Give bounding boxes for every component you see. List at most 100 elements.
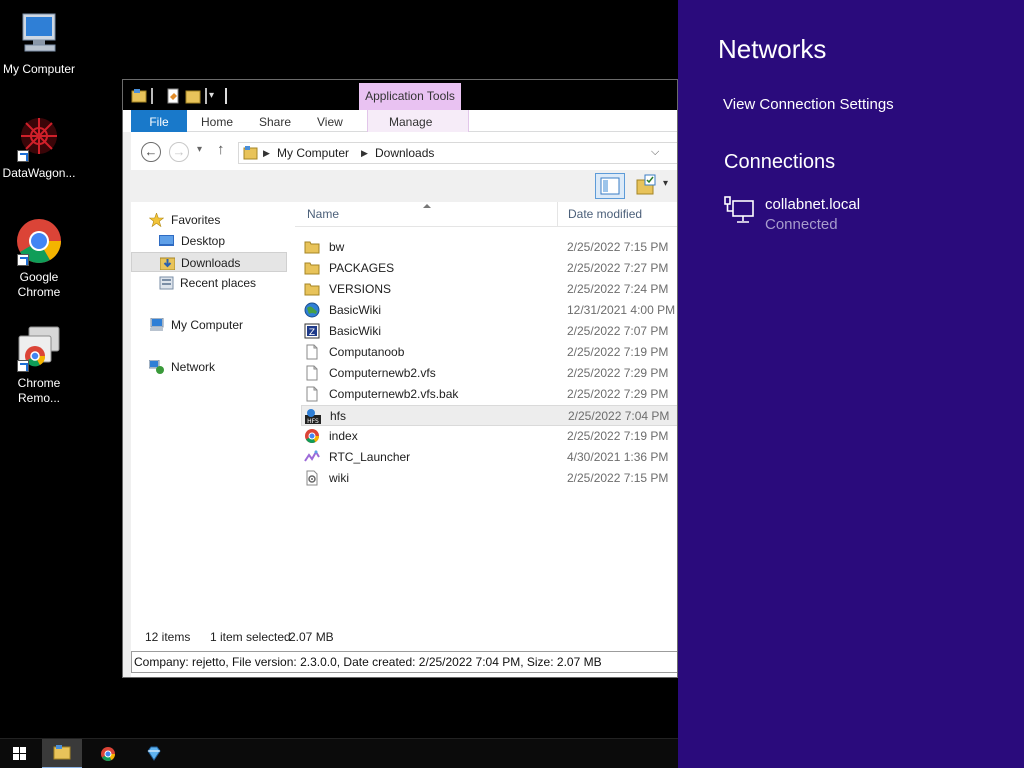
file-icon [304,344,320,360]
nav-favorites[interactable]: Favorites [131,210,287,230]
desktop-icon-chrome-remote[interactable]: Chrome Remo... [0,324,78,406]
archive-icon: Z [304,323,320,339]
start-button[interactable] [0,739,40,768]
recent-locations-icon[interactable]: ▾ [197,144,202,155]
tab-file[interactable]: File [131,110,187,132]
shortcut-arrow-icon [17,150,29,162]
file-name: wiki [329,471,349,485]
tab-manage[interactable]: Manage [389,110,432,132]
file-date-modified: 2/25/2022 7:04 PM [568,409,670,423]
computer-icon [149,317,164,332]
desktop-icon-datawagon[interactable]: DataWagon... [0,114,78,181]
new-folder-icon[interactable] [185,88,201,104]
connections-heading: Connections [724,151,836,173]
desktop-icon-label: My Computer [2,62,76,76]
desktop-icon-label-line2: Chrome [17,285,61,299]
desktop-icon-label-line1: Chrome [17,376,61,390]
desktop-icon-label-line2: Remo... [17,391,60,405]
toolbar-separator [151,88,153,104]
address-dropdown-icon[interactable]: ⌵ [651,146,659,159]
nav-desktop[interactable]: Desktop [131,231,287,251]
column-header-name[interactable]: Name [307,202,339,226]
datawagon-icon [15,114,63,162]
file-date-modified: 12/31/2021 4:00 PM [567,303,676,317]
file-name: Computernewb2.vfs [329,366,436,380]
properties-icon[interactable] [165,88,181,104]
nav-downloads[interactable]: Downloads [131,252,287,272]
breadcrumb-my-computer[interactable]: My Computer [277,146,349,160]
folder-path-icon [243,146,259,164]
file-date-modified: 4/30/2021 1:36 PM [567,450,669,464]
file-row[interactable]: Computanoob 2/25/2022 7:19 PM [301,342,677,363]
file-row[interactable]: Z BasicWiki 2/25/2022 7:07 PM [301,321,677,342]
file-row[interactable]: VERSIONS 2/25/2022 7:24 PM [301,279,677,300]
breadcrumb-downloads[interactable]: Downloads [375,146,434,160]
ribbon-tabs: File Home Share View Manage [131,110,677,132]
svg-text:HFS: HFS [307,418,319,424]
chrome-remote-desktop-icon [15,324,63,372]
desktop-folder-icon [159,234,174,248]
nav-label: Network [171,360,216,374]
column-header-date-modified[interactable]: Date modified [568,202,642,226]
file-row[interactable]: HFS hfs 2/25/2022 7:04 PM [301,405,677,426]
view-dropdown-icon[interactable]: ▾ [663,178,668,189]
nav-label: Desktop [181,234,226,248]
explorer-app-icon[interactable] [131,88,147,104]
chrome-icon [304,428,320,444]
tab-view[interactable]: View [317,110,343,132]
forward-button[interactable]: → [169,142,189,162]
up-arrow-icon[interactable]: ↑ [217,141,225,158]
file-row[interactable]: BasicWiki 12/31/2021 4:00 PM [301,300,677,321]
connection-status: Connected [765,216,838,233]
file-name: PACKAGES [329,261,395,275]
desktop-icon-my-computer[interactable]: My Computer [0,10,78,77]
nav-network[interactable]: Network [131,357,287,377]
networks-title: Networks [718,34,827,64]
tab-share[interactable]: Share [259,110,291,132]
nav-label: Downloads [181,256,241,270]
file-icon [304,386,320,402]
view-connection-settings-link[interactable]: View Connection Settings [723,96,894,113]
star-icon [148,212,165,228]
preview-pane-button[interactable] [595,173,625,199]
hfs-icon: HFS [305,408,321,425]
network-icon [148,359,164,374]
computer-icon [15,10,63,58]
change-view-icon[interactable] [635,173,659,197]
file-name: BasicWiki [329,303,382,317]
globe-icon [304,302,320,318]
shortcut-arrow-icon [17,254,29,266]
connection-collabnet[interactable]: collabnet.local [765,196,860,213]
address-bar[interactable]: ▶ My Computer ▶ Downloads ⌵ [238,142,677,164]
taskbar-file-explorer[interactable] [42,739,82,768]
column-separator[interactable] [557,202,558,226]
nav-recent-places[interactable]: Recent places [131,273,287,293]
file-row[interactable]: Computernewb2.vfs 2/25/2022 7:29 PM [301,363,677,384]
taskbar-app-gem[interactable] [134,739,174,768]
folder-icon [304,239,320,255]
file-date-modified: 2/25/2022 7:29 PM [567,387,669,401]
file-row[interactable]: bw 2/25/2022 7:15 PM [301,237,677,258]
desktop-icon-label: DataWagon... [2,166,76,180]
desktop-icon-google-chrome[interactable]: Google Chrome [0,218,78,300]
item-count: 12 items [145,630,191,644]
desktop-icon-label-line1: Google [19,270,59,284]
customize-quick-access-icon[interactable]: ▾ [209,88,219,104]
window-edge [123,132,131,677]
shortcut-arrow-icon [17,360,29,372]
chrome-icon [15,218,63,266]
breadcrumb-chevron-icon: ▶ [361,148,368,158]
file-row[interactable]: PACKAGES 2/25/2022 7:27 PM [301,258,677,279]
file-row[interactable]: Computernewb2.vfs.bak 2/25/2022 7:29 PM [301,384,677,405]
nav-label: Recent places [180,276,257,290]
file-row[interactable]: index 2/25/2022 7:19 PM [301,426,677,447]
networks-panel: Networks View Connection Settings Connec… [678,0,1024,768]
file-row[interactable]: RTC_Launcher 4/30/2021 1:36 PM [301,447,677,468]
tab-home[interactable]: Home [201,110,233,132]
file-date-modified: 2/25/2022 7:15 PM [567,240,669,254]
taskbar-chrome[interactable] [88,739,128,768]
file-row[interactable]: wiki 2/25/2022 7:15 PM [301,468,677,489]
settings-file-icon [304,470,320,486]
back-button[interactable]: ← [141,142,161,162]
nav-my-computer[interactable]: My Computer [131,315,287,335]
